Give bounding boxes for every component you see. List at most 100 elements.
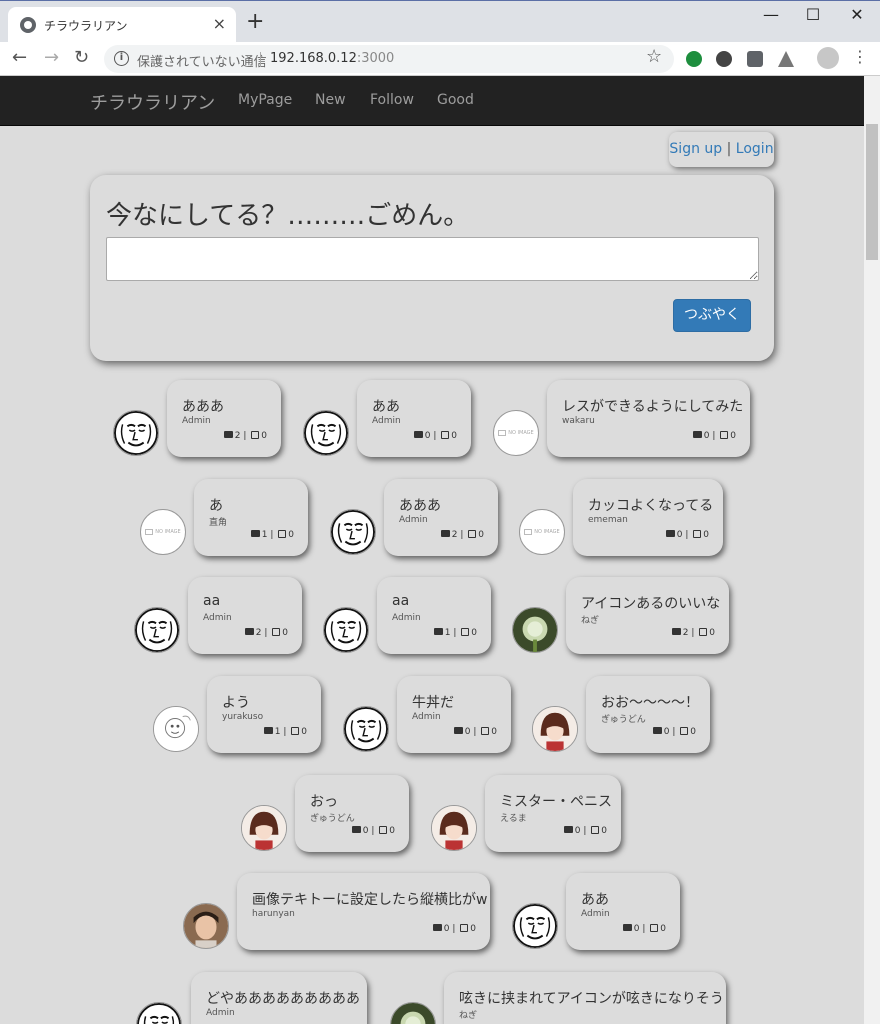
thumbs-up-icon[interactable] (720, 431, 729, 439)
tweet-textarea[interactable] (106, 237, 759, 281)
tweet-card[interactable]: あ直角 1 | 0 (194, 479, 308, 556)
thumbs-up-icon[interactable] (461, 628, 470, 636)
tweet-card[interactable]: どやあああああああああ Admin (191, 972, 367, 1024)
comment-icon[interactable] (351, 826, 361, 833)
tweet-card[interactable]: aa Admin 1 | 0 (377, 577, 491, 654)
brand-logo[interactable]: チラウラリアン (90, 89, 215, 115)
dots-extension-icon[interactable] (716, 51, 732, 67)
user-avatar-face-icon[interactable] (512, 903, 558, 949)
user-avatar-face-icon[interactable] (323, 607, 369, 653)
comment-icon[interactable] (652, 727, 662, 734)
tweet-username[interactable]: wakaru (562, 416, 595, 426)
tweet-card[interactable]: あああ Admin 2 | 0 (167, 380, 281, 457)
comment-icon[interactable] (692, 431, 702, 438)
comment-icon[interactable] (563, 826, 573, 833)
user-avatar[interactable] (512, 607, 558, 653)
tweet-username[interactable]: Admin (399, 515, 428, 525)
tweet-username[interactable]: ぎゅうどん (601, 712, 646, 725)
tweet-card[interactable]: レスができるようにしてみた wakaru 0 | 0 (547, 380, 750, 457)
tweet-username[interactable]: yurakuso (222, 712, 263, 722)
tweet-username[interactable]: Admin (182, 416, 211, 426)
user-avatar-face-icon[interactable] (330, 509, 376, 555)
tweet-card[interactable]: おっ ぎゅうどん 0 | 0 (295, 775, 409, 852)
address-bar[interactable]: i 保護されていない通信 192.168.0.12:3000 (104, 45, 674, 73)
user-avatar[interactable] (532, 706, 578, 752)
user-avatar[interactable]: NO IMAGE (140, 509, 186, 555)
thumbs-up-icon[interactable] (650, 924, 659, 932)
thumbs-up-icon[interactable] (379, 826, 388, 834)
thumbs-up-icon[interactable] (251, 431, 260, 439)
user-avatar[interactable] (241, 805, 287, 851)
back-arrow-icon[interactable]: ← (12, 48, 27, 68)
nav-link-good[interactable]: Good (437, 92, 474, 108)
thumbs-up-icon[interactable] (481, 727, 490, 735)
t-extension-icon[interactable] (747, 51, 763, 67)
tweet-submit-button[interactable]: つぶやく (673, 299, 751, 332)
thumbs-up-icon[interactable] (278, 530, 287, 538)
user-avatar[interactable] (390, 1002, 436, 1024)
comment-icon[interactable] (250, 530, 260, 537)
comment-icon[interactable] (223, 431, 233, 438)
tweet-card[interactable]: アイコンあるのいいな ねぎ 2 | 0 (566, 577, 729, 654)
forward-arrow-icon[interactable]: → (44, 48, 59, 68)
tweet-username[interactable]: Admin (203, 613, 232, 623)
signup-link[interactable]: Sign up (669, 141, 722, 157)
tweet-card[interactable]: おお〜〜〜〜！ ぎゅうどん 0 | 0 (586, 676, 710, 753)
tweet-card[interactable]: ミスター・ペニス えるま 0 | 0 (485, 775, 621, 852)
info-icon[interactable]: i (114, 51, 129, 66)
menu-kebab-icon[interactable]: ⋮ (852, 47, 868, 66)
tweet-username[interactable]: Admin (372, 416, 401, 426)
user-avatar-face-icon[interactable] (343, 706, 389, 752)
tweet-username[interactable]: えるま (500, 811, 527, 824)
comment-icon[interactable] (244, 628, 254, 635)
user-avatar[interactable] (431, 805, 477, 851)
thumbs-up-icon[interactable] (591, 826, 600, 834)
tweet-card[interactable]: ああ Admin 0 | 0 (566, 873, 680, 950)
thumbs-up-icon[interactable] (699, 628, 708, 636)
thumbs-up-icon[interactable] (468, 530, 477, 538)
tweet-username[interactable]: 直角 (209, 515, 227, 528)
user-avatar-face-icon[interactable] (113, 410, 159, 456)
user-avatar-face-icon[interactable] (303, 410, 349, 456)
comment-icon[interactable] (263, 727, 273, 734)
login-link[interactable]: Login (736, 141, 774, 157)
browser-tab[interactable]: チラウラリアン × (8, 7, 236, 43)
reload-icon[interactable]: ↻ (74, 48, 89, 68)
close-window-button[interactable]: ✕ (834, 5, 880, 25)
comment-icon[interactable] (433, 628, 443, 635)
user-avatar[interactable]: NO IMAGE (519, 509, 565, 555)
tweet-card[interactable]: よう yurakuso 1 | 0 (207, 676, 321, 753)
recycle-extension-icon[interactable] (686, 51, 702, 67)
tweet-username[interactable]: Admin (581, 909, 610, 919)
comment-icon[interactable] (665, 530, 675, 537)
new-tab-button[interactable]: + (246, 11, 264, 33)
scrollbar-thumb[interactable] (866, 124, 878, 260)
tweet-card[interactable]: カッコよくなってる ememan 0 | 0 (573, 479, 723, 556)
thumbs-up-icon[interactable] (460, 924, 469, 932)
maximize-button[interactable]: ☐ (790, 5, 836, 25)
comment-icon[interactable] (440, 530, 450, 537)
user-avatar[interactable] (153, 706, 199, 752)
nav-link-new[interactable]: New (315, 92, 346, 108)
comment-icon[interactable] (671, 628, 681, 635)
tweet-card[interactable]: aa Admin 2 | 0 (188, 577, 302, 654)
nav-link-follow[interactable]: Follow (370, 92, 414, 108)
comment-icon[interactable] (413, 431, 423, 438)
thumbs-up-icon[interactable] (291, 727, 300, 735)
tweet-card[interactable]: 画像テキトーに設定したら縦横比がw harunyan 0 | 0 (237, 873, 490, 950)
bookmark-star-icon[interactable]: ☆ (646, 46, 662, 67)
tweet-username[interactable]: ねぎ (459, 1008, 477, 1021)
tweet-username[interactable]: ねぎ (581, 613, 599, 626)
tab-close-icon[interactable]: × (213, 15, 226, 33)
tweet-card[interactable]: 呟きに挟まれてアイコンが呟きになりそう ねぎ (444, 972, 726, 1024)
minimize-button[interactable]: — (748, 5, 794, 25)
tweet-card[interactable]: ああ Admin 0 | 0 (357, 380, 471, 457)
user-avatar-face-icon[interactable] (134, 607, 180, 653)
tweet-username[interactable]: Admin (206, 1008, 235, 1018)
tweet-username[interactable]: Admin (412, 712, 441, 722)
tweet-username[interactable]: Admin (392, 613, 421, 623)
user-avatar[interactable]: NO IMAGE (493, 410, 539, 456)
comment-icon[interactable] (432, 924, 442, 931)
tweet-username[interactable]: ぎゅうどん (310, 811, 355, 824)
tweet-card[interactable]: 牛丼だ Admin 0 | 0 (397, 676, 511, 753)
